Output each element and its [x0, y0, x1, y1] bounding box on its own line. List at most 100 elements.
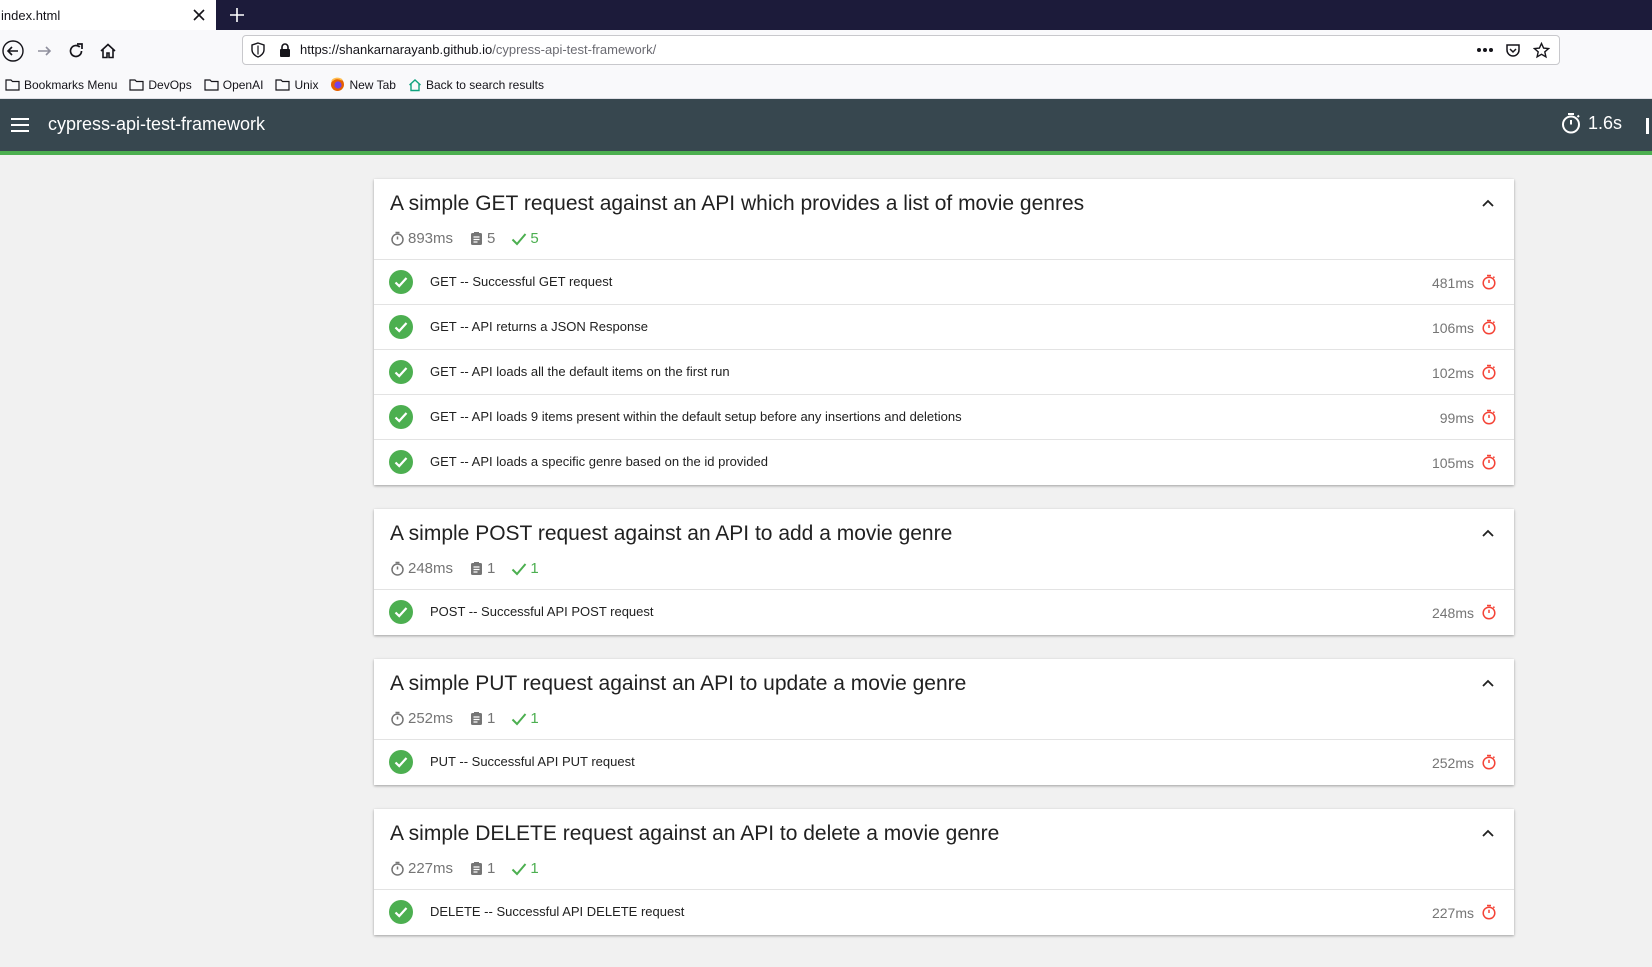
chevron-up-icon[interactable] — [1478, 673, 1498, 693]
url-actions — [1475, 40, 1551, 60]
stopwatch-icon — [1482, 454, 1496, 470]
suite-duration-value: 252ms — [408, 710, 454, 727]
stopwatch-icon — [391, 861, 404, 876]
bookmark-label: Back to search results — [425, 77, 544, 92]
stopwatch-icon — [1482, 409, 1496, 425]
suite-stats: 248ms 1 1 — [390, 560, 555, 577]
test-row[interactable]: PUT -- Successful API PUT request 252ms — [374, 740, 1514, 785]
test-row[interactable]: GET -- API loads 9 items present within … — [374, 395, 1514, 440]
bookmark-label: Unix — [294, 77, 319, 92]
check-circle-icon — [389, 900, 413, 924]
test-duration: 248ms — [1431, 605, 1474, 621]
report-header: cypress-api-test-framework 1.6s — [0, 99, 1652, 151]
suite-stats: 252ms 1 1 — [390, 710, 555, 727]
suite-passed-count: 1 — [511, 560, 539, 577]
suite-duration: 227ms — [390, 860, 453, 877]
clipboard-icon — [471, 562, 483, 575]
chevron-up-icon[interactable] — [1478, 523, 1498, 543]
browser-tab-strip: index.html — [0, 0, 1652, 30]
test-title: GET -- API loads 9 items present within … — [430, 409, 962, 424]
forward-arrow-icon[interactable] — [31, 38, 57, 64]
test-title: GET -- API loads a specific genre based … — [430, 454, 768, 469]
check-circle-icon — [389, 450, 413, 474]
tracking-shield-icon[interactable] — [250, 42, 266, 58]
url-text[interactable]: https://shankarnarayanb.github.io/cypres… — [300, 42, 656, 57]
suite-header: A simple GET request against an API whic… — [374, 179, 1514, 260]
test-title: POST -- Successful API POST request — [430, 604, 654, 619]
stopwatch-icon — [391, 561, 404, 576]
suite-stats: 893ms 5 5 — [390, 230, 555, 247]
test-row[interactable]: GET -- Successful GET request 481ms — [374, 260, 1514, 305]
close-icon[interactable] — [190, 6, 208, 24]
test-title: GET -- Successful GET request — [430, 274, 613, 289]
suite-test-count-value: 1 — [487, 860, 496, 877]
check-icon — [512, 562, 527, 575]
header-edge-icon[interactable] — [1646, 118, 1649, 134]
suite-duration-value: 248ms — [408, 560, 454, 577]
test-duration: 102ms — [1431, 365, 1474, 381]
bookmark-star-icon[interactable] — [1531, 40, 1551, 60]
header-status-bar — [0, 151, 1652, 155]
check-icon — [512, 232, 527, 245]
url-bar[interactable]: https://shankarnarayanb.github.io/cypres… — [242, 35, 1560, 65]
browser-tab[interactable]: index.html — [0, 0, 216, 30]
test-title: GET -- API returns a JSON Response — [430, 319, 648, 334]
bookmark-back-to-search[interactable]: Back to search results — [408, 74, 544, 96]
clipboard-icon — [471, 712, 483, 725]
suite-passed-count-value: 5 — [530, 230, 539, 247]
check-circle-icon — [389, 360, 413, 384]
bookmark-new-tab[interactable]: New Tab — [330, 74, 396, 96]
folder-icon — [275, 79, 291, 91]
check-circle-icon — [389, 315, 413, 339]
firefox-icon — [331, 77, 345, 91]
home-icon[interactable] — [95, 38, 121, 64]
stopwatch-icon — [1482, 274, 1496, 290]
bookmark-label: DevOps — [148, 77, 192, 92]
pocket-icon[interactable] — [1503, 40, 1523, 60]
suite-duration: 252ms — [390, 710, 453, 727]
test-row[interactable]: GET -- API loads all the default items o… — [374, 350, 1514, 395]
suite-passed-count: 5 — [511, 230, 539, 247]
bookmark-openai[interactable]: OpenAI — [204, 74, 264, 96]
suite-header: A simple PUT request against an API to u… — [374, 659, 1514, 740]
bookmark-devops[interactable]: DevOps — [129, 74, 192, 96]
hamburger-menu-icon[interactable] — [8, 113, 32, 137]
suite-test-count-value: 5 — [487, 230, 496, 247]
chevron-up-icon[interactable] — [1478, 823, 1498, 843]
bookmark-label: OpenAI — [222, 77, 264, 92]
clipboard-icon — [471, 862, 483, 875]
suite-title: A simple POST request against an API to … — [390, 522, 953, 545]
test-duration: 481ms — [1431, 275, 1474, 291]
bookmark-label: Bookmarks Menu — [24, 77, 118, 92]
test-row[interactable]: POST -- Successful API POST request 248m… — [374, 590, 1514, 635]
bookmarks-bar: Bookmarks Menu DevOps OpenAI Unix New Ta… — [0, 71, 1652, 99]
more-actions-icon[interactable] — [1475, 40, 1495, 60]
check-icon — [512, 712, 527, 725]
bookmark-unix[interactable]: Unix — [275, 74, 318, 96]
suite-card: A simple PUT request against an API to u… — [374, 659, 1514, 785]
suite-duration: 248ms — [390, 560, 453, 577]
test-title: GET -- API loads all the default items o… — [430, 364, 730, 379]
back-arrow-icon[interactable] — [0, 38, 26, 64]
test-row[interactable]: DELETE -- Successful API DELETE request … — [374, 890, 1514, 935]
suite-test-count: 1 — [469, 710, 495, 727]
chevron-up-icon[interactable] — [1478, 193, 1498, 213]
suite-test-count-value: 1 — [487, 560, 496, 577]
folder-icon — [129, 79, 144, 91]
test-row[interactable]: GET -- API loads a specific genre based … — [374, 440, 1514, 485]
stopwatch-icon — [1482, 319, 1496, 335]
suite-title: A simple PUT request against an API to u… — [390, 672, 967, 695]
lock-icon[interactable] — [277, 42, 293, 58]
check-circle-icon — [389, 600, 413, 624]
suite-title: A simple GET request against an API whic… — [390, 192, 1085, 215]
suite-test-count: 1 — [469, 560, 495, 577]
suite-duration-value: 893ms — [408, 230, 454, 247]
new-tab-plus-icon[interactable] — [225, 3, 249, 27]
bookmark-bookmarks-menu[interactable]: Bookmarks Menu — [5, 74, 117, 96]
suite-passed-count-value: 1 — [530, 710, 539, 727]
test-duration: 252ms — [1431, 755, 1474, 771]
test-row[interactable]: GET -- API returns a JSON Response 106ms — [374, 305, 1514, 350]
total-duration: 1.6s — [1560, 112, 1622, 134]
suite-test-count: 5 — [469, 230, 495, 247]
reload-icon[interactable] — [63, 38, 89, 64]
